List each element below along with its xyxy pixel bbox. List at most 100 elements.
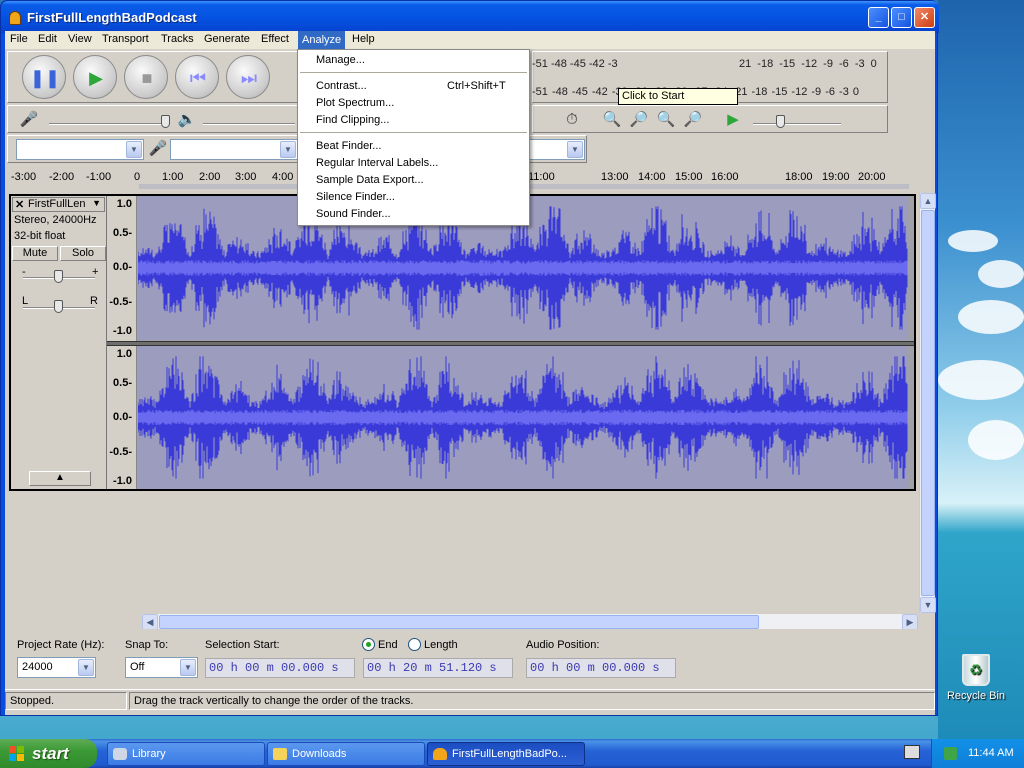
menu-view[interactable]: View (68, 33, 92, 45)
taskbar-item-library[interactable]: Library (107, 742, 265, 766)
ruler-tick: 2:00 (199, 171, 221, 183)
play-speed-thumb[interactable] (776, 115, 785, 128)
ruler-tick: 1:00 (162, 171, 184, 183)
desktop-background (938, 0, 1024, 740)
menu-item-contrast[interactable]: Contrast... (316, 80, 367, 92)
menu-item-silence-finder[interactable]: Silence Finder... (316, 191, 395, 203)
recycle-bin[interactable]: Recycle Bin (944, 654, 1008, 702)
stop-button[interactable]: ■ (124, 55, 168, 99)
scroll-down-icon[interactable]: ▼ (920, 597, 936, 613)
ruler-tick: -2:00 (49, 171, 75, 183)
skip-end-button[interactable]: ⏭ (226, 55, 270, 99)
edit-toolbar (532, 105, 888, 133)
skip-to-end-icon: ⏭ (240, 68, 258, 88)
ruler-tick: 19:00 (822, 171, 850, 183)
length-radio[interactable] (408, 638, 421, 651)
taskbar-item-audacity[interactable]: FirstFullLengthBadPo... (427, 742, 585, 766)
horizontal-scroll-thumb[interactable] (159, 615, 759, 629)
scroll-up-icon[interactable]: ▲ (920, 193, 936, 209)
input-channels-select[interactable]: ▼ (529, 139, 585, 160)
mute-button[interactable]: Mute (12, 246, 58, 261)
menu-bar: File Edit View Transport Tracks Generate… (5, 31, 935, 49)
audacity-app-icon[interactable] (9, 11, 21, 25)
mixer-toolbar (7, 105, 301, 133)
snap-to-select[interactable]: Off ▼ (125, 657, 198, 678)
horizontal-scrollbar[interactable]: ◀ ▶ (142, 614, 918, 630)
pan-slider-thumb[interactable] (54, 300, 63, 313)
gain-slider-thumb[interactable] (54, 270, 63, 283)
play-speed-slider[interactable] (753, 123, 841, 125)
project-rate-value: 24000 (22, 661, 53, 673)
chevron-down-icon: ▼ (180, 659, 196, 676)
vertical-scale-right[interactable]: 1.0 0.5- 0.0- -0.5- -1.0 (107, 346, 137, 489)
menu-item-sound-finder[interactable]: Sound Finder... (316, 208, 391, 220)
menu-item-manage[interactable]: Manage... (316, 54, 365, 66)
minimize-button[interactable]: _ (868, 7, 889, 28)
network-icon[interactable] (944, 747, 957, 760)
pause-button[interactable]: ❚❚ (22, 55, 66, 99)
collapse-track-button[interactable]: ▲ (29, 471, 91, 486)
selection-start-field[interactable]: 00 h 00 m 00.000 s (205, 658, 355, 678)
output-device-select[interactable]: ▼ (16, 139, 144, 160)
skip-start-button[interactable]: ⏮ (175, 55, 219, 99)
title-bar[interactable]: FirstFullLengthBadPodcast _ □ ✕ (1, 1, 939, 33)
stop-icon: ■ (141, 68, 153, 88)
audio-position-label: Audio Position: (526, 639, 600, 651)
zoom-out-icon[interactable]: 🔎 (627, 108, 651, 132)
record-meter-scale-right[interactable]: 21 -18 -15 -12 -9 -6 -3 0 (739, 58, 877, 70)
menu-item-regular-interval-labels[interactable]: Regular Interval Labels... (316, 157, 438, 169)
playback-volume-slider[interactable] (203, 123, 295, 125)
waveform-right-channel[interactable] (138, 346, 908, 489)
fit-selection-icon[interactable]: 🔍 (654, 108, 678, 132)
track-name-menu[interactable]: ✕ FirstFullLen ▼ (12, 197, 105, 212)
vertical-scroll-thumb[interactable] (921, 210, 935, 596)
track-dropdown-icon: ▼ (92, 198, 101, 208)
maximize-button[interactable]: □ (891, 7, 912, 28)
menu-help[interactable]: Help (352, 33, 375, 45)
menu-item-find-clipping[interactable]: Find Clipping... (316, 114, 389, 126)
solo-button[interactable]: Solo (60, 246, 106, 261)
menu-item-beat-finder[interactable]: Beat Finder... (316, 140, 381, 152)
timer-icon[interactable]: ⏱ (560, 108, 584, 132)
track-control-panel[interactable]: ✕ FirstFullLen ▼ Stereo, 24000Hz 32-bit … (11, 196, 107, 489)
menu-file[interactable]: File (10, 33, 28, 45)
audio-position-field[interactable]: 00 h 00 m 00.000 s (526, 658, 676, 678)
clock[interactable]: 11:44 AM (968, 739, 1014, 768)
end-radio[interactable] (362, 638, 375, 651)
record-meter-scale-left[interactable]: -51 -48 -45 -42 -3 (532, 58, 618, 70)
input-device-select[interactable]: ▼ (170, 139, 298, 160)
pause-icon: ❚❚ (29, 68, 61, 88)
menu-item-sample-data-export[interactable]: Sample Data Export... (316, 174, 424, 186)
ruler-tick: 13:00 (601, 171, 629, 183)
selection-end-field[interactable]: 00 h 20 m 51.120 s (363, 658, 513, 678)
start-button[interactable]: start (0, 739, 97, 768)
project-rate-select[interactable]: 24000 ▼ (17, 657, 96, 678)
fit-project-icon[interactable]: 🔎 (681, 108, 705, 132)
ruler-tick: 0 (134, 171, 141, 183)
menu-tracks[interactable]: Tracks (161, 33, 194, 45)
menu-generate[interactable]: Generate (204, 33, 250, 45)
scale-label: -1.0 (113, 325, 132, 337)
vertical-scale-left[interactable]: 1.0 0.5- 0.0- -0.5- -1.0 (107, 196, 137, 341)
menu-edit[interactable]: Edit (38, 33, 57, 45)
play-at-speed-icon[interactable]: ▶ (721, 108, 745, 132)
vertical-scrollbar[interactable]: ▲ ▼ (919, 193, 936, 613)
scroll-right-icon[interactable]: ▶ (902, 614, 918, 630)
ruler-tick: 3:00 (235, 171, 257, 183)
taskbar-item-downloads[interactable]: Downloads (267, 742, 425, 766)
menu-item-plot-spectrum[interactable]: Plot Spectrum... (316, 97, 394, 109)
play-button[interactable]: ▶ (73, 55, 117, 99)
track-close-icon[interactable]: ✕ (15, 198, 24, 211)
pan-left-label: L (22, 295, 29, 307)
menu-transport[interactable]: Transport (102, 33, 149, 45)
collapse-arrow-icon: ▲ (55, 472, 65, 483)
record-volume-slider[interactable] (49, 123, 169, 125)
zoom-in-icon[interactable]: 🔍 (600, 108, 624, 132)
record-volume-thumb[interactable] (161, 115, 170, 128)
menu-analyze[interactable]: Analyze (298, 31, 346, 49)
scroll-left-icon[interactable]: ◀ (142, 614, 158, 630)
play-icon: ▶ (89, 68, 103, 88)
menu-effect[interactable]: Effect (261, 33, 289, 45)
close-button[interactable]: ✕ (914, 7, 935, 28)
keyboard-icon[interactable] (904, 745, 920, 759)
